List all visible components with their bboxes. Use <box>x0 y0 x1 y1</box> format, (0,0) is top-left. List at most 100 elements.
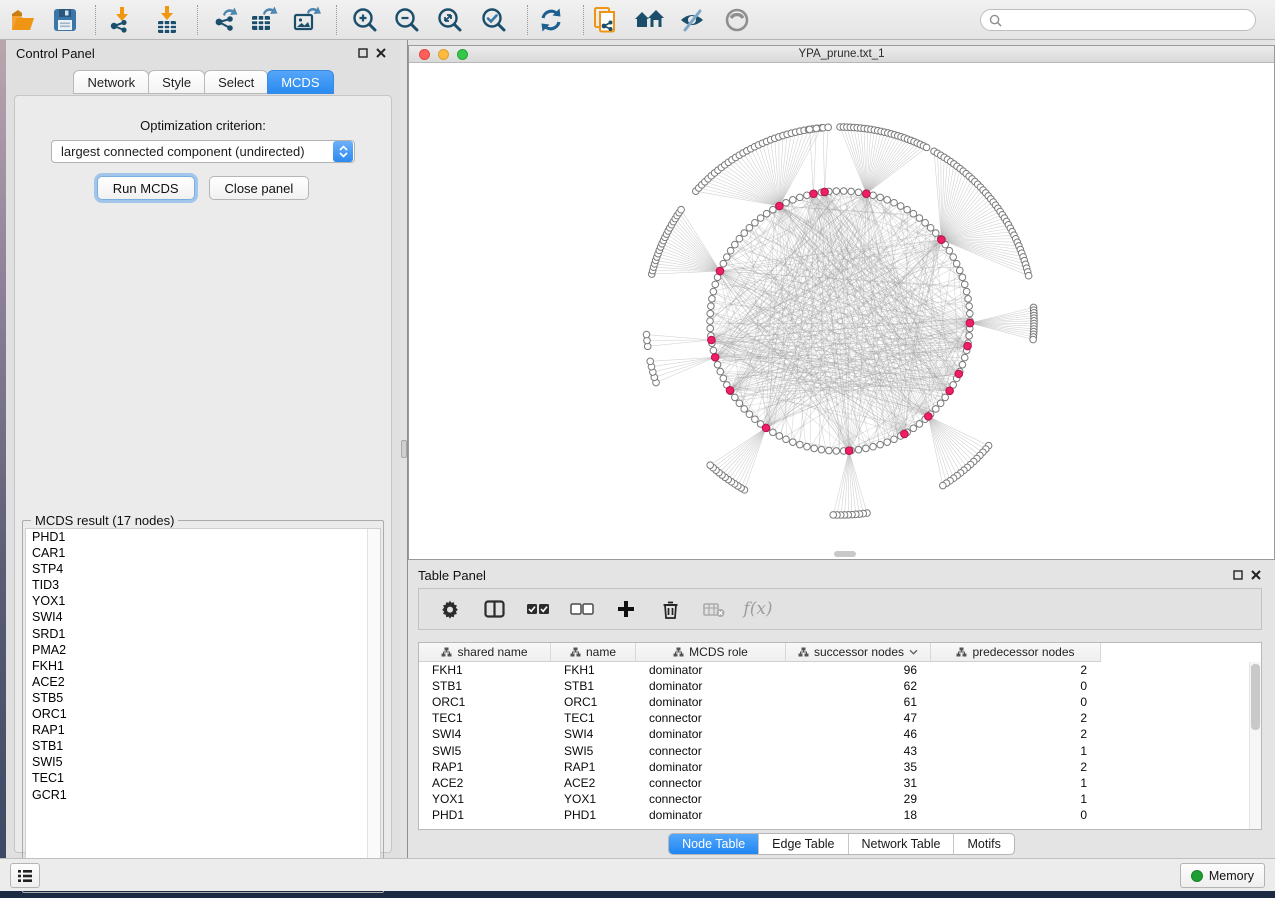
minimize-window-icon[interactable] <box>438 49 449 60</box>
save-session-button[interactable] <box>47 2 83 38</box>
select-all-rows-button[interactable] <box>525 602 551 616</box>
close-window-icon[interactable] <box>419 49 430 60</box>
network-hscrollbar-thumb[interactable] <box>834 551 856 557</box>
mcds-result-node[interactable]: RAP1 <box>26 722 380 738</box>
mcds-result-node[interactable]: TEC1 <box>26 770 380 786</box>
toolbar-separator <box>336 5 337 35</box>
panel-divider[interactable] <box>400 40 408 858</box>
export-network-button[interactable] <box>208 2 244 38</box>
export-table-button[interactable] <box>246 2 282 38</box>
mcds-result-node[interactable]: STP4 <box>26 561 380 577</box>
show-column-panel-button[interactable] <box>481 600 507 618</box>
mcds-result-node[interactable]: TID3 <box>26 577 380 593</box>
table-row[interactable]: SWI4SWI4dominator462 <box>419 726 1261 742</box>
table-row[interactable]: YOX1YOX1connector291 <box>419 791 1261 807</box>
tab-style[interactable]: Style <box>148 70 205 94</box>
mcds-result-node[interactable]: CAR1 <box>26 545 380 561</box>
tab-edge-table[interactable]: Edge Table <box>759 834 848 854</box>
table-row[interactable]: ACE2ACE2connector311 <box>419 775 1261 791</box>
network-canvas[interactable] <box>409 64 1274 559</box>
task-history-button[interactable] <box>10 863 40 888</box>
deselect-all-rows-button[interactable] <box>569 602 595 616</box>
mcds-result-node[interactable]: YOX1 <box>26 593 380 609</box>
table-row[interactable]: FKH1FKH1dominator962 <box>419 662 1261 678</box>
first-neighbors-button[interactable] <box>631 2 667 38</box>
maximize-window-icon[interactable] <box>457 49 468 60</box>
mcds-result-list[interactable]: PHD1CAR1STP4TID3YOX1SWI4SRD1PMA2FKH1ACE2… <box>25 528 381 890</box>
table-row[interactable]: TEC1TEC1connector472 <box>419 710 1261 726</box>
refresh-button[interactable] <box>533 2 569 38</box>
zoom-fit-button[interactable] <box>432 2 468 38</box>
close-table-panel-button[interactable] <box>1247 566 1265 584</box>
table-row[interactable]: RAP1RAP1dominator352 <box>419 759 1261 775</box>
column-header-shared-name[interactable]: shared name <box>419 643 551 662</box>
close-panel-button[interactable] <box>372 44 390 62</box>
import-network-button[interactable] <box>104 2 140 38</box>
zoom-in-button[interactable] <box>347 2 383 38</box>
delete-column-button[interactable] <box>657 600 683 619</box>
mcds-result-node[interactable]: STB5 <box>26 690 380 706</box>
control-panel-titlebar: Control Panel <box>6 40 400 66</box>
tab-network-table[interactable]: Network Table <box>849 834 955 854</box>
zoom-selected-button[interactable] <box>476 2 512 38</box>
table-cell: 35 <box>786 760 931 774</box>
mcds-result-node[interactable]: ORC1 <box>26 706 380 722</box>
mcds-result-node[interactable]: FKH1 <box>26 658 380 674</box>
mcds-result-node[interactable]: SRD1 <box>26 626 380 642</box>
toolbar-separator <box>197 5 198 35</box>
open-session-button[interactable] <box>5 2 41 38</box>
zoom-out-button[interactable] <box>389 2 425 38</box>
table-body: FKH1FKH1dominator962STB1STB1dominator620… <box>419 662 1261 823</box>
tab-select[interactable]: Select <box>204 70 268 94</box>
column-label: successor nodes <box>814 645 904 659</box>
mcds-result-node[interactable]: PMA2 <box>26 642 380 658</box>
column-header-predecessor-nodes[interactable]: predecessor nodes <box>931 643 1101 662</box>
criterion-select[interactable]: largest connected component (undirected) <box>51 140 355 163</box>
search-field[interactable] <box>980 9 1256 31</box>
float-table-panel-button[interactable] <box>1229 566 1247 584</box>
search-icon <box>989 14 1002 27</box>
network-from-selection-button[interactable] <box>588 2 624 38</box>
column-header-name[interactable]: name <box>551 643 636 662</box>
memory-button[interactable]: Memory <box>1180 863 1265 888</box>
import-table-button[interactable] <box>149 2 185 38</box>
table-scrollbar-thumb[interactable] <box>1251 664 1260 730</box>
delete-table-button[interactable] <box>701 601 727 618</box>
table-row[interactable]: SWI5SWI5connector431 <box>419 742 1261 758</box>
tab-mcds[interactable]: MCDS <box>267 70 333 94</box>
tab-node-table[interactable]: Node Table <box>669 834 759 854</box>
function-builder-button[interactable]: f(x) <box>745 599 771 619</box>
column-header-successor-nodes[interactable]: successor nodes <box>786 643 931 662</box>
search-input[interactable] <box>1007 13 1247 27</box>
mcds-result-node[interactable]: STB1 <box>26 738 380 754</box>
run-mcds-button[interactable]: Run MCDS <box>97 176 195 200</box>
mcds-result-node[interactable]: SWI4 <box>26 609 380 625</box>
float-panel-button[interactable] <box>354 44 372 62</box>
table-settings-button[interactable] <box>437 599 463 619</box>
mcds-result-node[interactable]: SWI5 <box>26 754 380 770</box>
zoom-in-icon <box>350 5 380 35</box>
mcds-list-scrollbar[interactable] <box>367 529 380 889</box>
memory-label: Memory <box>1209 869 1254 883</box>
tab-motifs[interactable]: Motifs <box>954 834 1013 854</box>
column-header-MCDS-role[interactable]: MCDS role <box>636 643 786 662</box>
mcds-result-node[interactable]: ACE2 <box>26 674 380 690</box>
node-table[interactable]: shared namenameMCDS role successor nodes p… <box>418 642 1262 830</box>
table-row[interactable]: ORC1ORC1dominator610 <box>419 694 1261 710</box>
create-column-button[interactable] <box>613 600 639 618</box>
show-all-button[interactable] <box>719 2 755 38</box>
table-cell: 43 <box>786 744 931 758</box>
hide-selected-button[interactable] <box>674 2 710 38</box>
mcds-result-node[interactable]: GCR1 <box>26 787 380 803</box>
mcds-result-node[interactable]: PHD1 <box>26 529 380 545</box>
table-row[interactable]: PHD1PHD1dominator180 <box>419 807 1261 823</box>
export-image-button[interactable] <box>289 2 325 38</box>
table-row[interactable]: STB1STB1dominator620 <box>419 678 1261 694</box>
close-panel-action-button[interactable]: Close panel <box>209 176 310 200</box>
tab-network[interactable]: Network <box>73 70 149 94</box>
network-window-titlebar[interactable]: YPA_prune.txt_1 <box>409 46 1274 63</box>
divider-grip[interactable] <box>401 440 407 458</box>
column-label: predecessor nodes <box>972 645 1074 659</box>
unchecked-boxes-icon <box>570 602 594 616</box>
table-cell: 96 <box>786 663 931 677</box>
